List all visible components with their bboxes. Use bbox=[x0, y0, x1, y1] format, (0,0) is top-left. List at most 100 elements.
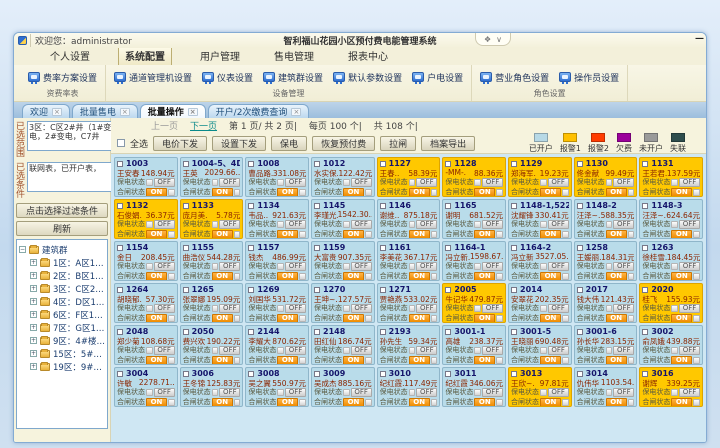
tree-item[interactable]: +2区：B区1#井(B区1#) bbox=[19, 269, 105, 282]
protect-off-button[interactable]: OFF bbox=[351, 346, 372, 355]
protect-off-button[interactable]: OFF bbox=[154, 178, 175, 187]
ribbon-button-仪表设置[interactable]: 仪表设置 bbox=[202, 71, 253, 84]
switch-on-button[interactable]: ON bbox=[146, 356, 167, 365]
choose-filter-button[interactable]: 点击选择过滤条件 bbox=[16, 203, 108, 218]
ribbon-button-操作员设置[interactable]: 操作员设置 bbox=[559, 71, 619, 84]
switch-on-button[interactable]: ON bbox=[409, 230, 430, 239]
protect-off-button[interactable]: OFF bbox=[613, 346, 634, 355]
switch-on-button[interactable]: ON bbox=[671, 188, 692, 197]
switch-on-button[interactable]: ON bbox=[212, 314, 233, 323]
protect-off-button[interactable]: OFF bbox=[219, 388, 240, 397]
menu-item-个人设置[interactable]: 个人设置 bbox=[44, 47, 96, 65]
card-checkbox[interactable] bbox=[445, 203, 451, 209]
ribbon-button-费率方案设置[interactable]: 费率方案设置 bbox=[28, 71, 97, 84]
card-checkbox[interactable] bbox=[642, 287, 648, 293]
card-checkbox[interactable] bbox=[511, 287, 517, 293]
card-checkbox[interactable] bbox=[511, 161, 517, 167]
tree-item[interactable]: +19区：9#变电站（2#变 bbox=[19, 360, 105, 373]
switch-on-button[interactable]: ON bbox=[474, 272, 495, 281]
card-checkbox[interactable] bbox=[380, 287, 386, 293]
switch-on-button[interactable]: ON bbox=[671, 356, 692, 365]
action-button-电价下发[interactable]: 电价下发 bbox=[153, 136, 207, 151]
card-checkbox[interactable] bbox=[380, 203, 386, 209]
card-checkbox[interactable] bbox=[380, 329, 386, 335]
card-checkbox[interactable] bbox=[642, 245, 648, 251]
switch-on-button[interactable]: ON bbox=[409, 272, 430, 281]
protect-off-button[interactable]: OFF bbox=[219, 304, 240, 313]
menu-item-售电管理[interactable]: 售电管理 bbox=[268, 47, 320, 65]
protect-off-button[interactable]: OFF bbox=[351, 388, 372, 397]
tree-item[interactable]: +15区：5#变站（3#变电 bbox=[19, 347, 105, 360]
menu-item-用户管理[interactable]: 用户管理 bbox=[194, 47, 246, 65]
ribbon-button-户电设置[interactable]: 户电设置 bbox=[412, 71, 463, 84]
switch-on-button[interactable]: ON bbox=[146, 230, 167, 239]
switch-on-button[interactable]: ON bbox=[409, 356, 430, 365]
protect-off-button[interactable]: OFF bbox=[351, 304, 372, 313]
next-page-link[interactable]: 下一页 bbox=[190, 119, 217, 132]
protect-off-button[interactable]: OFF bbox=[613, 220, 634, 229]
minimize-button[interactable]: — bbox=[695, 34, 704, 44]
protect-off-button[interactable]: OFF bbox=[679, 388, 700, 397]
switch-on-button[interactable]: ON bbox=[277, 314, 298, 323]
protect-off-button[interactable]: OFF bbox=[219, 178, 240, 187]
menu-item-报表中心[interactable]: 报表中心 bbox=[342, 47, 394, 65]
tab-close-icon[interactable]: × bbox=[188, 108, 198, 116]
tree-expand-icon[interactable]: + bbox=[30, 285, 37, 292]
card-checkbox[interactable] bbox=[314, 161, 320, 167]
card-checkbox[interactable] bbox=[445, 371, 451, 377]
protect-off-button[interactable]: OFF bbox=[219, 346, 240, 355]
switch-on-button[interactable]: ON bbox=[212, 356, 233, 365]
card-checkbox[interactable] bbox=[577, 161, 583, 167]
protect-off-button[interactable]: OFF bbox=[613, 178, 634, 187]
protect-off-button[interactable]: OFF bbox=[482, 220, 503, 229]
protect-off-button[interactable]: OFF bbox=[154, 346, 175, 355]
switch-on-button[interactable]: ON bbox=[671, 272, 692, 281]
card-checkbox[interactable] bbox=[577, 245, 583, 251]
switch-on-button[interactable]: ON bbox=[606, 356, 627, 365]
switch-on-button[interactable]: ON bbox=[277, 356, 298, 365]
protect-off-button[interactable]: OFF bbox=[613, 304, 634, 313]
ribbon-button-通道管理机设置[interactable]: 通道管理机设置 bbox=[114, 71, 192, 84]
protect-off-button[interactable]: OFF bbox=[416, 346, 437, 355]
tree-expand-icon[interactable]: + bbox=[30, 259, 37, 266]
card-checkbox[interactable] bbox=[183, 161, 189, 167]
card-checkbox[interactable] bbox=[183, 329, 189, 335]
card-checkbox[interactable] bbox=[511, 245, 517, 251]
switch-on-button[interactable]: ON bbox=[606, 272, 627, 281]
card-checkbox[interactable] bbox=[248, 371, 254, 377]
card-checkbox[interactable] bbox=[248, 287, 254, 293]
ribbon-button-建筑群设置[interactable]: 建筑群设置 bbox=[263, 71, 323, 84]
action-button-拉闸[interactable]: 拉闸 bbox=[380, 136, 416, 151]
protect-off-button[interactable]: OFF bbox=[154, 304, 175, 313]
protect-off-button[interactable]: OFF bbox=[154, 388, 175, 397]
tab-close-icon[interactable]: × bbox=[291, 108, 301, 116]
switch-on-button[interactable]: ON bbox=[474, 230, 495, 239]
switch-on-button[interactable]: ON bbox=[474, 398, 495, 407]
menu-item-系统配置[interactable]: 系统配置 bbox=[118, 46, 172, 65]
card-checkbox[interactable] bbox=[577, 329, 583, 335]
switch-on-button[interactable]: ON bbox=[540, 272, 561, 281]
card-checkbox[interactable] bbox=[445, 329, 451, 335]
card-checkbox[interactable] bbox=[183, 203, 189, 209]
switch-on-button[interactable]: ON bbox=[277, 188, 298, 197]
card-checkbox[interactable] bbox=[577, 371, 583, 377]
card-checkbox[interactable] bbox=[314, 245, 320, 251]
protect-off-button[interactable]: OFF bbox=[416, 262, 437, 271]
protect-off-button[interactable]: OFF bbox=[482, 346, 503, 355]
tree-collapse-icon[interactable]: − bbox=[19, 246, 26, 253]
tab-开户/2次缴费查询[interactable]: 开户/2次缴费查询× bbox=[208, 104, 310, 118]
switch-on-button[interactable]: ON bbox=[540, 188, 561, 197]
switch-on-button[interactable]: ON bbox=[212, 230, 233, 239]
card-checkbox[interactable] bbox=[380, 161, 386, 167]
switch-on-button[interactable]: ON bbox=[474, 314, 495, 323]
action-button-保电[interactable]: 保电 bbox=[271, 136, 307, 151]
switch-on-button[interactable]: ON bbox=[343, 356, 364, 365]
protect-off-button[interactable]: OFF bbox=[679, 304, 700, 313]
protect-off-button[interactable]: OFF bbox=[548, 304, 569, 313]
switch-on-button[interactable]: ON bbox=[343, 314, 364, 323]
protect-off-button[interactable]: OFF bbox=[482, 388, 503, 397]
tree-expand-icon[interactable]: + bbox=[30, 363, 37, 370]
protect-off-button[interactable]: OFF bbox=[548, 178, 569, 187]
switch-on-button[interactable]: ON bbox=[671, 314, 692, 323]
switch-on-button[interactable]: ON bbox=[671, 230, 692, 239]
